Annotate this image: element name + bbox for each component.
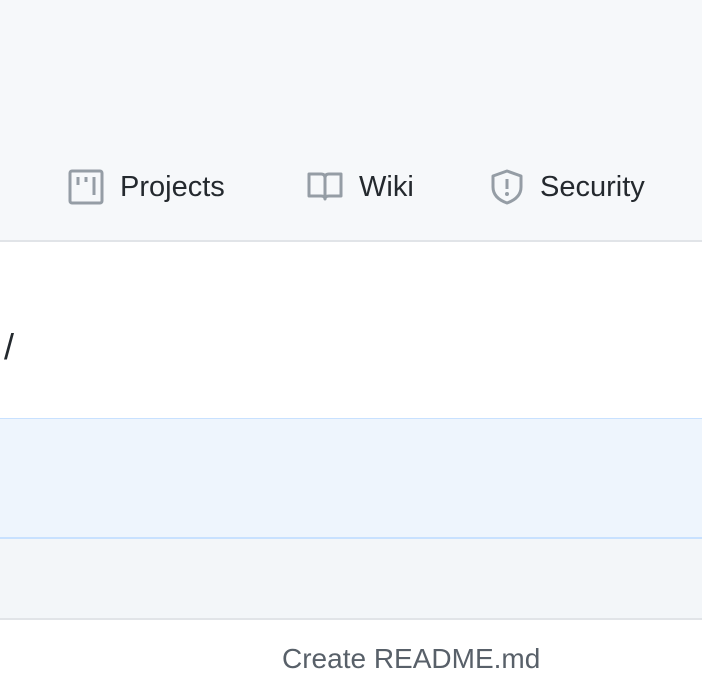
breadcrumb-separator: / [4, 326, 15, 367]
project-icon [68, 169, 104, 205]
book-icon [307, 172, 343, 201]
tab-label: Projects [120, 170, 225, 203]
commit-message-link[interactable]: Create README.md [282, 643, 540, 675]
tab-wiki[interactable]: Wiki [307, 166, 414, 208]
tab-label: Wiki [359, 170, 414, 203]
tab-security[interactable]: Security [490, 166, 645, 208]
repo-header: Projects Wiki Security [0, 0, 702, 242]
repo-content [0, 242, 702, 418]
shield-icon [491, 169, 523, 205]
tab-label: Security [540, 170, 645, 203]
repo-description-band [0, 418, 702, 539]
commit-bar [0, 539, 702, 620]
tab-projects[interactable]: Projects [68, 166, 225, 208]
